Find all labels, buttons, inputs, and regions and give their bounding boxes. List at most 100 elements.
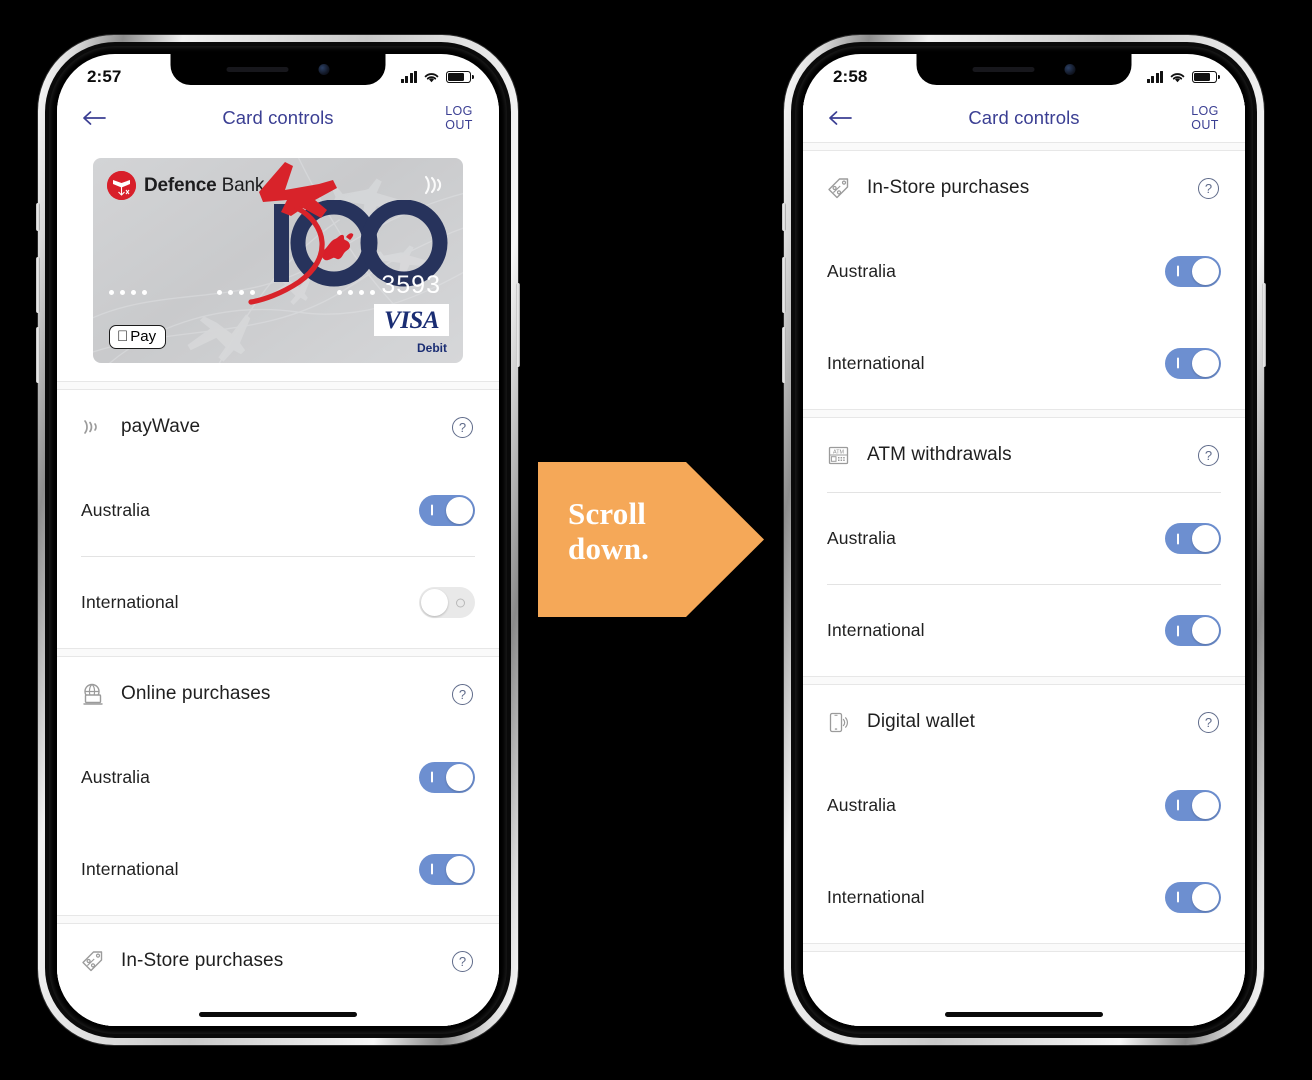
section-title: ATM withdrawals [867,444,1012,465]
scroll-content-right[interactable]: International [803,102,1245,1026]
power-button[interactable] [1262,283,1266,367]
toggle-switch[interactable] [1165,881,1221,913]
table-row[interactable]: Australia [827,492,1221,584]
section-title: Online purchases [121,683,271,704]
card-number-group [109,290,147,295]
scroll-content-left[interactable]: Defence Bank 3593 Pay VISA Debit payWave… [57,142,499,1026]
section-divider [57,381,499,390]
back-arrow-icon [83,111,106,125]
volume-up-button[interactable] [36,257,40,313]
contactless-wave-icon [81,417,115,437]
row-label: Australia [827,794,896,815]
row-label: Australia [827,260,896,281]
section-header-instore: In-Store purchases ? [803,151,1245,225]
help-circle-icon[interactable]: ? [452,416,473,438]
price-tag-percent-icon [827,177,861,200]
status-clock: 2:57 [87,67,122,86]
section-divider [803,943,1245,952]
visa-logo: VISA [374,304,449,336]
toggle-switch[interactable] [1165,615,1221,646]
section-header-wallet: Digital wallet ? [803,685,1245,759]
nav-bar-left: Card controls LOG OUT [57,94,499,142]
status-clock: 2:58 [833,67,868,86]
mute-switch[interactable] [36,203,40,231]
row-label: Australia [81,766,150,787]
card-artwork: Defence Bank 3593 Pay VISA Debit [93,158,463,363]
table-row[interactable]: International [57,823,499,915]
card-last-four: 3593 [381,271,441,299]
table-row[interactable]: International [81,556,475,648]
cellular-bars-icon [400,71,417,83]
table-row[interactable]: International [803,317,1245,409]
row-label: International [827,352,925,373]
help-circle-icon[interactable]: ? [452,683,473,705]
logout-label-line1: LOG [445,104,473,118]
section-header-online: Online purchases ? [57,657,499,731]
toggle-switch[interactable] [419,587,475,618]
battery-icon [1192,71,1220,83]
volume-down-button[interactable] [36,327,40,383]
home-indicator[interactable] [945,1011,1103,1017]
toggle-switch[interactable] [419,494,475,526]
help-circle-icon[interactable]: ? [1198,711,1219,733]
status-indicators [1146,71,1220,84]
logout-button[interactable]: LOG OUT [1171,104,1245,132]
section-divider [803,142,1245,151]
toggle-switch[interactable] [1165,523,1221,554]
svg-text:ATM: ATM [833,449,844,455]
volume-up-button[interactable] [782,257,786,313]
table-row[interactable]: Australia [57,464,499,556]
section-divider [803,409,1245,418]
help-circle-icon[interactable]: ? [452,950,473,972]
volume-down-button[interactable] [782,327,786,383]
toggle-switch[interactable] [1165,789,1221,821]
table-row[interactable]: Australia [803,759,1245,851]
page-title: Card controls [968,107,1080,128]
globe-monitor-icon [81,683,115,706]
power-button[interactable] [516,283,520,367]
screenshot-canvas: 2:57 Card controls LOG OUT Defence Bank … [0,0,1312,1080]
section-header-atm: ATM ATM withdrawals ? [803,418,1245,492]
atm-machine-icon: ATM [827,444,861,467]
toggle-switch[interactable] [1165,347,1221,379]
mute-switch[interactable] [782,203,786,231]
table-row[interactable]: International [803,851,1245,943]
section-title: payWave [121,416,201,437]
row-label: International [81,858,179,879]
card-type-label: Debit [417,341,447,355]
back-button[interactable] [57,110,131,126]
wifi-icon [1170,72,1185,82]
card-image-wrap: Defence Bank 3593 Pay VISA Debit [57,142,499,381]
visa-label: VISA [384,307,439,334]
toggle-switch[interactable] [419,853,475,885]
help-circle-icon[interactable]: ? [1198,444,1219,466]
apple-pay-badge:  Pay [109,325,167,349]
apple-pay-label: Pay [119,328,156,345]
front-camera-icon [318,64,330,75]
back-arrow-icon [829,111,852,125]
section-header-instore: In-Store purchases ? [57,924,499,998]
toggle-switch[interactable] [1165,255,1221,287]
logout-button[interactable]: LOG OUT [425,104,499,132]
scroll-down-callout: Scroll down. [538,462,764,617]
callout-line-1: Scroll [568,496,647,531]
wifi-icon [424,72,439,82]
row-label: Australia [81,499,150,520]
logout-label-line2: OUT [445,118,473,132]
toggle-switch[interactable] [419,761,475,793]
table-row[interactable]: Australia [57,731,499,823]
row-label: International [81,592,179,612]
notch [916,54,1132,85]
logout-label-line1: LOG [1191,104,1219,118]
help-circle-icon[interactable]: ? [1198,177,1219,199]
section-title: In-Store purchases [121,950,284,971]
table-row[interactable]: International [827,584,1221,676]
apple-logo-icon:  [117,329,128,344]
table-row[interactable]: Australia [803,225,1245,317]
back-button[interactable] [803,110,877,126]
notch [170,54,386,85]
section-divider [803,676,1245,685]
home-indicator[interactable] [199,1011,357,1017]
phone-right: 2:58 International [782,35,1266,1045]
logout-label-line2: OUT [1191,118,1219,132]
